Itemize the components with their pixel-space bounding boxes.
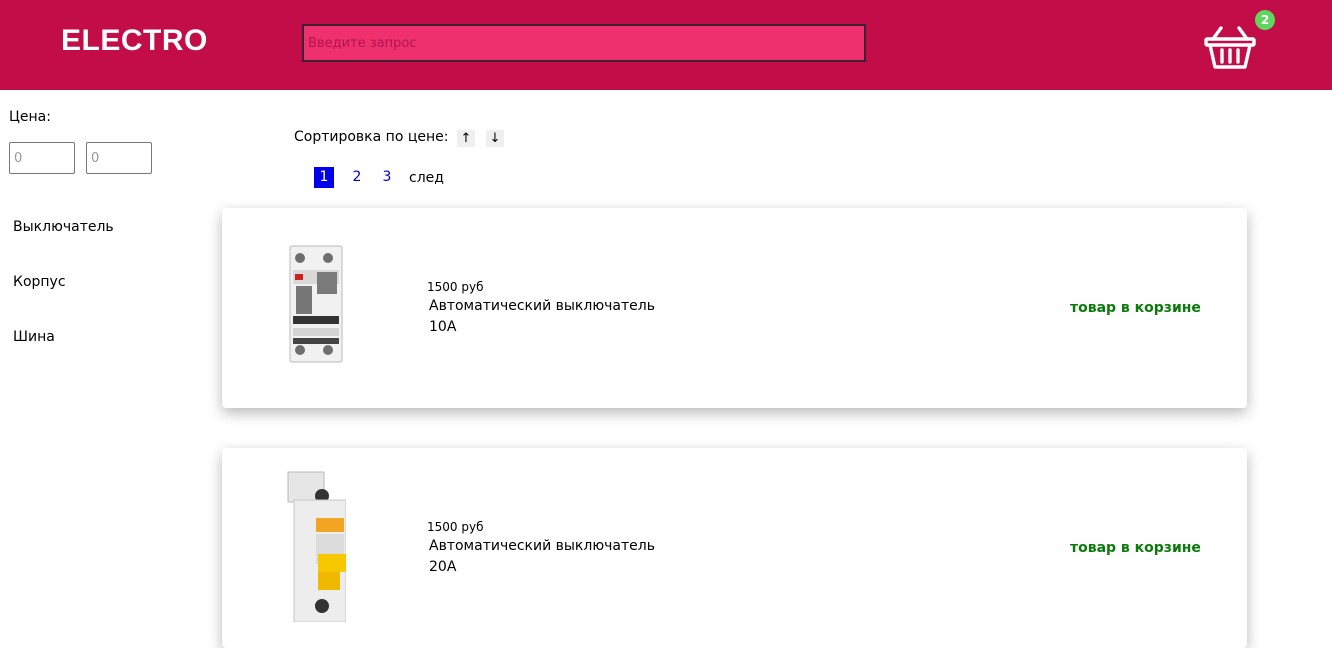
basket-icon[interactable] — [1203, 22, 1257, 70]
sort-desc-button[interactable]: ↓ — [486, 130, 504, 147]
product-name[interactable]: Автоматический выключатель 20А — [429, 536, 669, 578]
circuit-breaker-image — [287, 471, 346, 622]
differential-breaker-image — [289, 245, 343, 363]
product-name-line1: Автоматический выключатель — [429, 298, 655, 314]
category-case[interactable]: Корпус — [13, 274, 66, 290]
price-filter-label: Цена: — [9, 109, 51, 125]
page-link-1[interactable]: 1 — [314, 167, 334, 188]
search-input[interactable] — [302, 24, 866, 62]
header-bar: ELECTRO 2 — [0, 0, 1332, 90]
in-cart-status: товар в корзине — [1070, 540, 1201, 556]
sort-asc-button[interactable]: ↑ — [457, 130, 475, 147]
price-min-input[interactable] — [9, 142, 75, 174]
category-switch[interactable]: Выключатель — [13, 219, 114, 235]
product-card[interactable]: 1500 руб Автоматический выключатель 10А … — [222, 208, 1247, 408]
sort-label: Сортировка по цене: — [294, 129, 449, 145]
product-name-line1: Автоматический выключатель — [429, 538, 655, 554]
in-cart-status: товар в корзине — [1070, 300, 1201, 316]
price-max-input[interactable] — [86, 142, 152, 174]
category-bus[interactable]: Шина — [13, 329, 55, 345]
page-link-3[interactable]: 3 — [377, 167, 397, 188]
product-price: 1500 руб — [427, 520, 484, 534]
next-page-link[interactable]: след — [409, 170, 444, 186]
logo[interactable]: ELECTRO — [61, 24, 208, 58]
page-link-2[interactable]: 2 — [347, 167, 367, 188]
product-card[interactable]: 1500 руб Автоматический выключатель 20А … — [222, 448, 1247, 648]
cart-count-badge: 2 — [1255, 10, 1275, 30]
product-price: 1500 руб — [427, 280, 484, 294]
product-name-line2: 10А — [429, 319, 457, 335]
product-name[interactable]: Автоматический выключатель 10А — [429, 296, 669, 338]
product-name-line2: 20А — [429, 559, 457, 575]
